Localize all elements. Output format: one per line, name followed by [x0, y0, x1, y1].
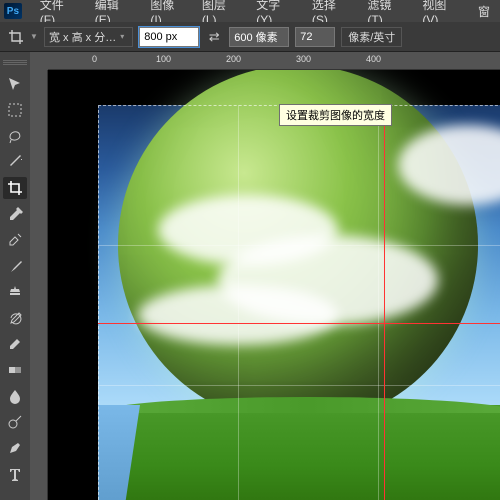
menu-window[interactable]: 窗: [468, 3, 500, 20]
document-image: [98, 105, 500, 500]
lasso-tool[interactable]: [3, 125, 27, 147]
menubar: Ps 文件(F) 编辑(E) 图像(I) 图层(L) 文字(Y) 选择(S) 滤…: [0, 0, 500, 22]
grass: [98, 405, 500, 500]
ruler-mark: 100: [156, 54, 171, 64]
toolbox: [0, 52, 30, 500]
brush-tool[interactable]: [3, 255, 27, 277]
type-tool[interactable]: [3, 463, 27, 485]
crop-width-input[interactable]: [139, 27, 199, 47]
crop-tool[interactable]: [3, 177, 27, 199]
chevron-down-icon: ▾: [120, 32, 128, 41]
dodge-tool[interactable]: [3, 411, 27, 433]
swap-dimensions-button[interactable]: ⇄: [205, 28, 223, 46]
eyedropper-tool[interactable]: [3, 203, 27, 225]
units-label: 像素/英寸: [348, 29, 395, 45]
eraser-tool[interactable]: [3, 333, 27, 355]
workspace: 0 100 200 300 400: [0, 52, 500, 500]
vertical-ruler[interactable]: [30, 70, 48, 500]
cloud: [138, 285, 338, 345]
ruler-mark: 300: [296, 54, 311, 64]
resolution-input[interactable]: [295, 27, 335, 47]
units-dropdown[interactable]: 像素/英寸: [341, 27, 402, 47]
crop-tool-indicator-icon: [8, 29, 24, 45]
gradient-tool[interactable]: [3, 359, 27, 381]
clone-stamp-tool[interactable]: [3, 281, 27, 303]
ruler-mark: 200: [226, 54, 241, 64]
preset-dropdown[interactable]: 宽 x 高 x 分… ▾: [44, 27, 133, 47]
ps-logo: Ps: [4, 3, 22, 19]
history-brush-tool[interactable]: [3, 307, 27, 329]
tooltip: 设置裁剪图像的宽度: [279, 104, 392, 126]
move-tool[interactable]: [3, 73, 27, 95]
canvas-wrap: 0 100 200 300 400: [30, 52, 500, 500]
horizontal-ruler[interactable]: 0 100 200 300 400: [48, 52, 500, 70]
crop-height-input[interactable]: [229, 27, 289, 47]
magic-wand-tool[interactable]: [3, 151, 27, 173]
panel-grabber[interactable]: [3, 60, 27, 65]
preset-label: 宽 x 高 x 分…: [49, 29, 116, 45]
canvas[interactable]: [48, 70, 500, 500]
chevron-down-icon[interactable]: ▼: [30, 32, 38, 41]
ruler-corner: [30, 52, 48, 70]
marquee-tool[interactable]: [3, 99, 27, 121]
ruler-mark: 0: [92, 54, 97, 64]
ruler-mark: 400: [366, 54, 381, 64]
options-bar: ▼ 宽 x 高 x 分… ▾ ⇄ 像素/英寸: [0, 22, 500, 52]
pen-tool[interactable]: [3, 437, 27, 459]
app-window: Ps 文件(F) 编辑(E) 图像(I) 图层(L) 文字(Y) 选择(S) 滤…: [0, 0, 500, 500]
healing-brush-tool[interactable]: [3, 229, 27, 251]
blur-tool[interactable]: [3, 385, 27, 407]
